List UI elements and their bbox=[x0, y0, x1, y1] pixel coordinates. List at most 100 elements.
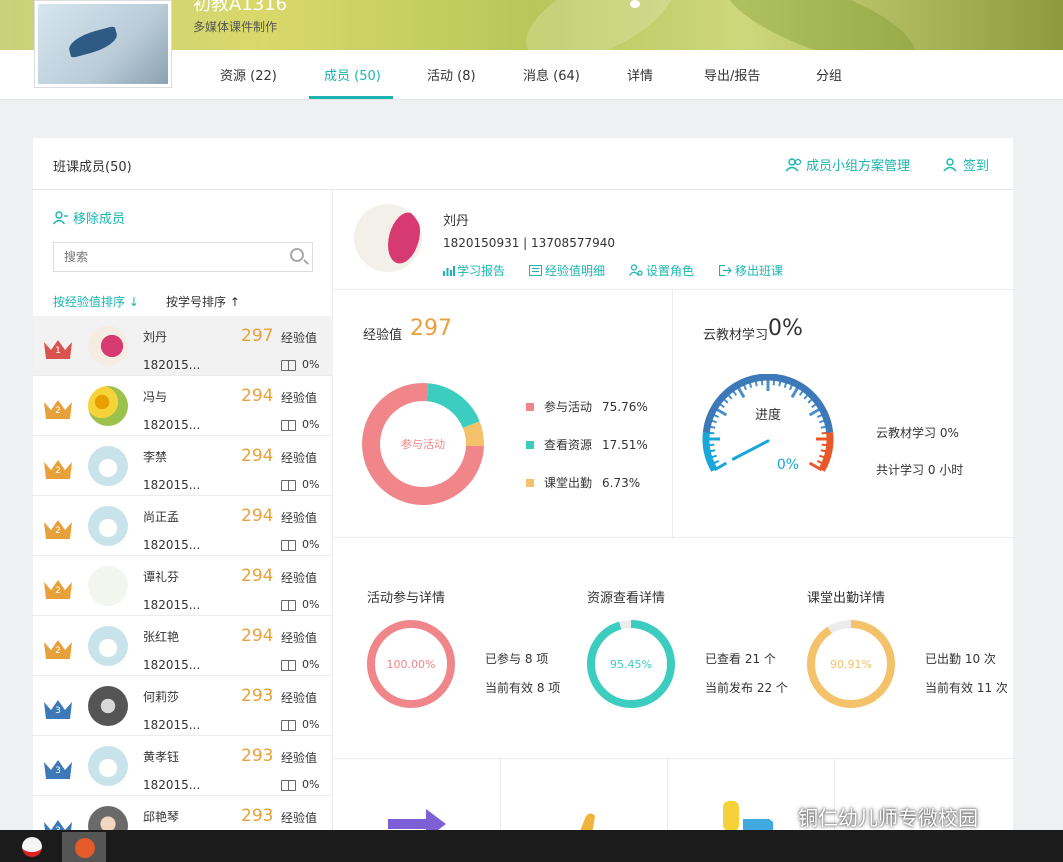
member-name: 张红艳 bbox=[143, 630, 180, 644]
detail-title: 资源查看详情 bbox=[587, 591, 666, 606]
member-name: 刘丹 bbox=[143, 330, 168, 344]
book-icon bbox=[281, 360, 296, 371]
tab-messages[interactable]: 消息 (64) bbox=[523, 65, 580, 84]
wechat-icon bbox=[768, 807, 794, 827]
exp-detail-button[interactable]: 经验值明细 bbox=[529, 262, 605, 279]
member-rank: 3 bbox=[55, 766, 61, 776]
gauge-title: 进度 bbox=[755, 407, 781, 423]
member-textbook-percent: 0% bbox=[302, 718, 320, 731]
taskbar-app-button[interactable] bbox=[62, 832, 106, 862]
member-row[interactable]: 3 何莉莎 182015... 293 经验值 0% bbox=[33, 676, 333, 736]
tab-export-report[interactable]: 导出/报告 bbox=[704, 65, 760, 84]
book-icon bbox=[281, 480, 296, 491]
remove-member-button[interactable]: 移除成员 bbox=[52, 208, 125, 227]
legend-label: 参与活动 bbox=[544, 400, 593, 414]
profile-avatar bbox=[354, 204, 422, 272]
detail-line-2: 当前有效 11 次 bbox=[925, 681, 1008, 695]
tab-details[interactable]: 详情 bbox=[627, 65, 653, 84]
member-row[interactable]: 3 黄孝钰 182015... 293 经验值 0% bbox=[33, 736, 333, 796]
member-score: 297 bbox=[241, 326, 274, 346]
member-name: 何莉莎 bbox=[143, 690, 180, 704]
member-rank: 2 bbox=[55, 646, 61, 656]
tab-resources[interactable]: 资源 (22) bbox=[220, 65, 277, 84]
member-score-unit: 经验值 bbox=[281, 571, 318, 585]
group-manage-link[interactable]: 成员小组方案管理 bbox=[785, 155, 910, 174]
member-score: 294 bbox=[241, 506, 274, 526]
member-score-unit: 经验值 bbox=[281, 691, 318, 705]
search-icon[interactable] bbox=[290, 248, 304, 262]
member-name: 尚正孟 bbox=[143, 510, 180, 524]
course-cover bbox=[34, 0, 172, 88]
detail-line-1: 已参与 8 项 bbox=[485, 652, 549, 666]
member-row[interactable]: 2 尚正孟 182015... 294 经验值 0% bbox=[33, 496, 333, 556]
members-panel: 班课成员(50) 成员小组方案管理 签到 移除成员 按经验值排序 ↓ 按学号排序… bbox=[33, 138, 1013, 856]
member-row[interactable]: 1 刘丹 182015... 297 经验值 0% bbox=[33, 316, 333, 376]
book-icon bbox=[281, 540, 296, 551]
tab-activities[interactable]: 活动 (8) bbox=[427, 65, 476, 84]
leave-class-label: 移出班课 bbox=[735, 264, 784, 278]
member-id: 182015... bbox=[143, 778, 201, 792]
member-rank: 1 bbox=[55, 346, 61, 356]
legend-item: 查看资源 17.51% bbox=[526, 436, 648, 453]
member-score: 294 bbox=[241, 446, 274, 466]
member-name: 冯与 bbox=[143, 390, 168, 404]
member-score: 294 bbox=[241, 566, 274, 586]
member-textbook-percent: 0% bbox=[302, 658, 320, 671]
member-id: 182015... bbox=[143, 538, 201, 552]
avatar bbox=[88, 326, 128, 366]
member-textbook-percent: 0% bbox=[302, 478, 320, 491]
set-role-button[interactable]: 设置角色 bbox=[629, 262, 694, 279]
sign-in-link[interactable]: 签到 bbox=[943, 155, 989, 174]
tab-groups[interactable]: 分组 bbox=[816, 65, 842, 84]
sign-in-label: 签到 bbox=[963, 159, 990, 174]
gauge-value: 0% bbox=[777, 457, 799, 473]
book-icon bbox=[281, 780, 296, 791]
legend-percent: 75.76% bbox=[602, 400, 648, 414]
course-cover-image bbox=[38, 4, 168, 84]
avatar bbox=[88, 506, 128, 546]
ring-center-label: 100.00% bbox=[387, 658, 436, 671]
qq-icon[interactable] bbox=[22, 837, 42, 857]
avatar bbox=[88, 686, 128, 726]
member-row[interactable]: 2 张红艳 182015... 294 经验值 0% bbox=[33, 616, 333, 676]
tab-members[interactable]: 成员 (50) bbox=[324, 65, 381, 84]
member-score: 293 bbox=[241, 746, 274, 766]
member-rank: 2 bbox=[55, 526, 61, 536]
legend-percent: 6.73% bbox=[602, 476, 641, 490]
search-input[interactable] bbox=[54, 243, 274, 271]
member-row[interactable]: 2 冯与 182015... 294 经验值 0% bbox=[33, 376, 333, 436]
member-name: 李禁 bbox=[143, 450, 168, 464]
member-rank: 3 bbox=[55, 706, 61, 716]
avatar bbox=[88, 386, 128, 426]
book-icon bbox=[281, 660, 296, 671]
member-score: 294 bbox=[241, 386, 274, 406]
member-rank: 2 bbox=[55, 466, 61, 476]
member-profile: 刘丹 1820150931 | 13708577940 学习报告 经验值明细 设… bbox=[333, 190, 1013, 290]
member-score-unit: 经验值 bbox=[281, 391, 318, 405]
legend-swatch bbox=[526, 403, 534, 411]
ring-center-label: 95.45% bbox=[610, 658, 652, 671]
member-list: 1 刘丹 182015... 297 经验值 0% 2 冯与 182015... 294 经验值 0%… bbox=[33, 316, 333, 856]
member-row[interactable]: 2 谭礼芬 182015... 294 经验值 0% bbox=[33, 556, 333, 616]
experience-value: 297 bbox=[410, 316, 452, 341]
member-score-unit: 经验值 bbox=[281, 751, 318, 765]
profile-ids: 1820150931 | 13708577940 bbox=[443, 236, 616, 250]
member-id: 182015... bbox=[143, 658, 201, 672]
study-report-button[interactable]: 学习报告 bbox=[443, 262, 505, 279]
legend-item: 参与活动 75.76% bbox=[526, 398, 648, 415]
detail-ring-chart: 90.91% bbox=[807, 620, 895, 708]
bar-chart-icon bbox=[443, 266, 455, 276]
cloud-value: 0% bbox=[768, 316, 803, 341]
profile-name: 刘丹 bbox=[443, 214, 470, 229]
exp-detail-label: 经验值明细 bbox=[545, 264, 606, 278]
legend-label: 课堂出勤 bbox=[544, 476, 593, 490]
sort-by-exp[interactable]: 按经验值排序 ↓ bbox=[53, 293, 139, 310]
leave-class-button[interactable]: 移出班课 bbox=[718, 262, 784, 279]
member-id: 182015... bbox=[143, 718, 201, 732]
member-name: 谭礼芬 bbox=[143, 570, 180, 584]
sort-by-id[interactable]: 按学号排序 ↑ bbox=[166, 293, 240, 310]
experience-stats: 经验值 297 参与活动 参与活动 75.76% 查看资源 17.51% 课堂出勤 6.7… bbox=[333, 290, 673, 538]
member-row[interactable]: 2 李禁 182015... 294 经验值 0% bbox=[33, 436, 333, 496]
detail-title: 课堂出勤详情 bbox=[807, 591, 886, 606]
group-icon bbox=[785, 158, 802, 172]
